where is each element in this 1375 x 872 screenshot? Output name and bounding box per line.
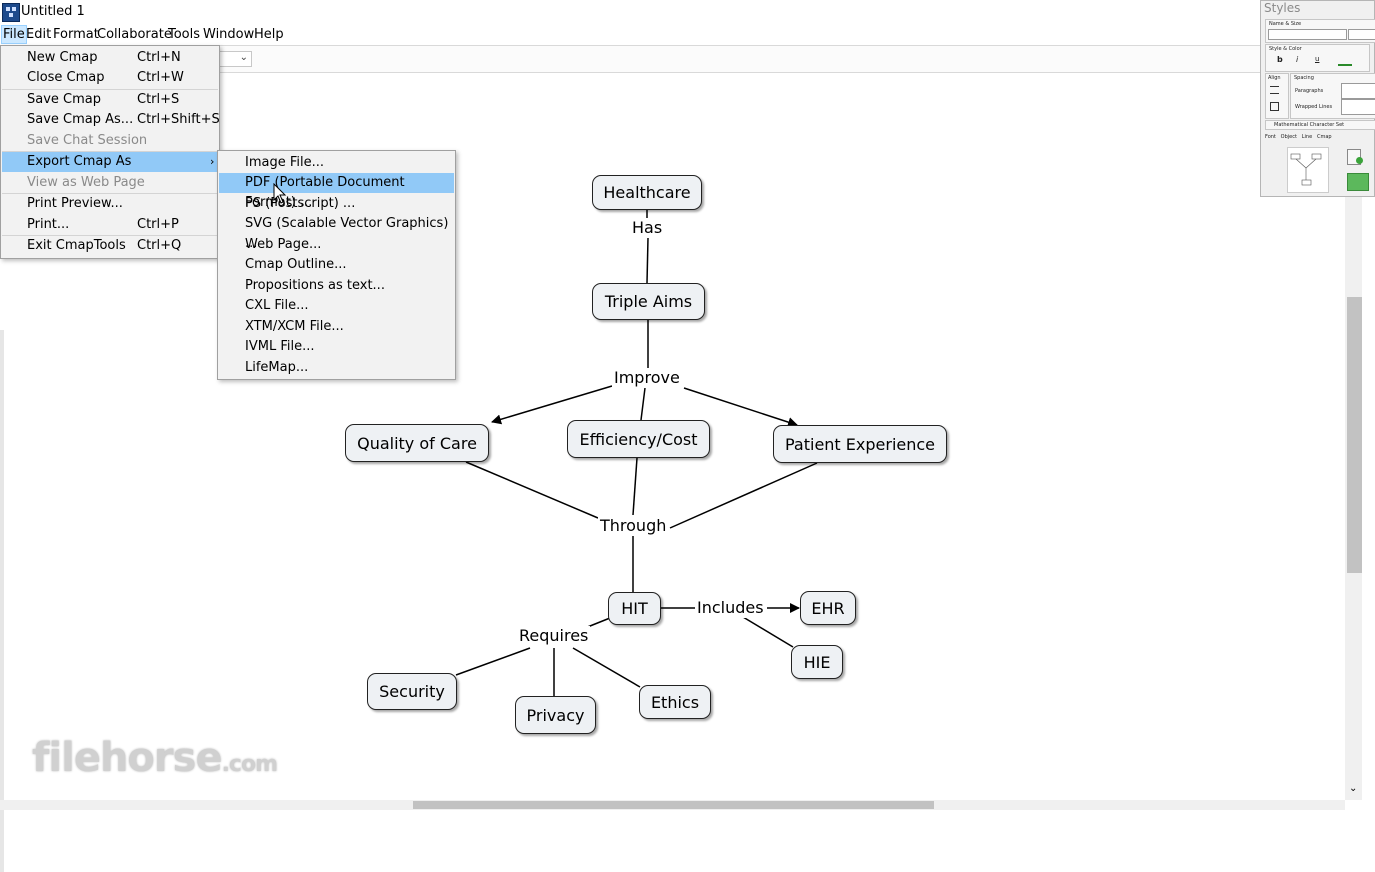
styles-panel: Styles Name & Size Style & Color b i u A… [1260,0,1375,197]
tab-line[interactable]: Line [1302,134,1312,140]
charset-label: Mathematical Character Set [1274,122,1345,128]
tab-cmap[interactable]: Cmap [1317,134,1332,140]
connector-improve-quality [491,385,613,425]
paragraphs-label: Paragraphs [1295,88,1324,94]
style-color-label: Style & Color [1269,46,1302,52]
styles-tabs: Font Object Line Cmap [1265,134,1332,140]
align-group: Align [1265,73,1289,119]
menu-item-print-preview[interactable]: Print Preview... [2,194,218,214]
spacing-group: Spacing Paragraphs Wrapped Lines [1290,73,1375,119]
connector-improve-efficiency [640,387,646,421]
connector-quality-through [465,461,599,519]
bold-button[interactable]: b [1277,55,1283,64]
export-svg[interactable]: SVG (Scalable Vector Graphics) ... [219,214,454,251]
spacing-label: Spacing [1294,75,1314,81]
export-submenu: Image File... PDF (Portable Document For… [217,150,456,380]
charset-bar[interactable]: Mathematical Character Set [1265,120,1375,130]
align-label: Align [1268,75,1281,81]
link-through[interactable]: Through [598,516,669,536]
menu-item-print[interactable]: Print... Ctrl+P [2,215,218,235]
connector-patient-through [669,462,818,529]
menu-item-save-cmap-as[interactable]: Save Cmap As... Ctrl+Shift+S [2,110,220,130]
filehorse-watermark: filehorse.com [32,735,278,781]
italic-button[interactable]: i [1296,55,1298,64]
tab-font[interactable]: Font [1265,134,1276,140]
file-menu: New Cmap Ctrl+N Close Cmap Ctrl+W Save Cma… [0,45,220,259]
export-ps[interactable]: PS (Postscript) ... [219,194,454,214]
menu-item-new-cmap[interactable]: New Cmap Ctrl+N [2,48,218,68]
menu-item-exit-cmaptools[interactable]: Exit CmapTools Ctrl+Q [2,236,218,256]
concept-hie[interactable]: HIE [791,645,843,679]
export-xtm-xcm-file[interactable]: XTM/XCM File... [219,317,454,337]
font-size-field[interactable] [1348,29,1375,40]
watermark-suffix: .com [221,752,278,777]
concept-triple-aims[interactable]: Triple Aims [592,283,705,320]
export-web-page[interactable]: Web Page... [219,235,454,255]
link-has[interactable]: Has [630,218,665,238]
connector-efficiency-through [632,457,638,516]
concept-healthcare[interactable]: Healthcare [592,175,702,210]
concept-ethics[interactable]: Ethics [639,685,711,719]
export-cxl-file[interactable]: CXL File... [219,296,454,316]
paragraphs-field[interactable] [1341,83,1375,99]
export-lifemap[interactable]: LifeMap... [219,358,454,378]
export-image-file[interactable]: Image File... [219,153,454,173]
menu-item-close-cmap[interactable]: Close Cmap Ctrl+W [2,68,218,88]
menu-item-view-as-web-page: View as Web Page [27,175,145,190]
font-color-icon[interactable] [1338,54,1352,66]
horizontal-scrollbar-thumb[interactable] [413,801,934,809]
connector-requires-ethics [572,647,641,688]
font-name-dropdown[interactable] [1268,29,1347,40]
concept-privacy[interactable]: Privacy [515,696,596,734]
export-ivml-file[interactable]: IVML File... [219,337,454,357]
connector-includes-hie [742,616,794,648]
concept-security[interactable]: Security [367,673,457,710]
menu-item-export-cmap-as[interactable]: Export Cmap As › [2,152,218,172]
watermark-main: filehorse [32,735,223,781]
link-requires[interactable]: Requires [517,626,591,646]
mouse-pointer-icon [273,183,287,204]
underline-button[interactable]: u [1315,55,1319,63]
wrapped-lines-label: Wrapped Lines [1295,104,1333,110]
export-propositions-text[interactable]: Propositions as text... [219,276,454,296]
tab-object[interactable]: Object [1281,134,1297,140]
export-cmap-outline[interactable]: Cmap Outline... [219,255,454,275]
link-includes[interactable]: Includes [695,598,766,618]
concept-hit[interactable]: HIT [608,592,661,625]
concept-ehr[interactable]: EHR [800,591,856,625]
name-size-group: Name & Size [1265,19,1375,43]
cmap-style-preview[interactable] [1287,147,1329,193]
folder-add-icon[interactable] [1347,173,1369,191]
align-center-icon[interactable] [1270,86,1279,94]
link-improve[interactable]: Improve [612,368,682,388]
styles-panel-title: Styles [1264,1,1301,15]
connector-has-triple-aims [646,237,649,284]
concept-efficiency-cost[interactable]: Efficiency/Cost [567,420,710,458]
concept-patient-experience[interactable]: Patient Experience [773,425,947,463]
style-color-group: Style & Color b i u [1265,44,1370,72]
chevron-right-icon: › [210,155,215,168]
menu-item-save-chat-session: Save Chat Session [27,133,148,148]
wrapped-lines-field[interactable] [1341,99,1375,115]
export-pdf[interactable]: PDF (Portable Document Format) ... [219,173,454,210]
menu-item-save-cmap[interactable]: Save Cmap Ctrl+S [2,90,218,110]
add-badge-icon [1356,157,1363,164]
vertical-scrollbar-thumb[interactable] [1347,297,1362,573]
align-box-icon[interactable] [1270,102,1279,111]
connector-requires-security [455,647,531,676]
name-size-label: Name & Size [1269,21,1302,27]
concept-quality-of-care[interactable]: Quality of Care [345,424,489,462]
scroll-down-arrow-icon[interactable]: ⌄ [1349,783,1357,794]
